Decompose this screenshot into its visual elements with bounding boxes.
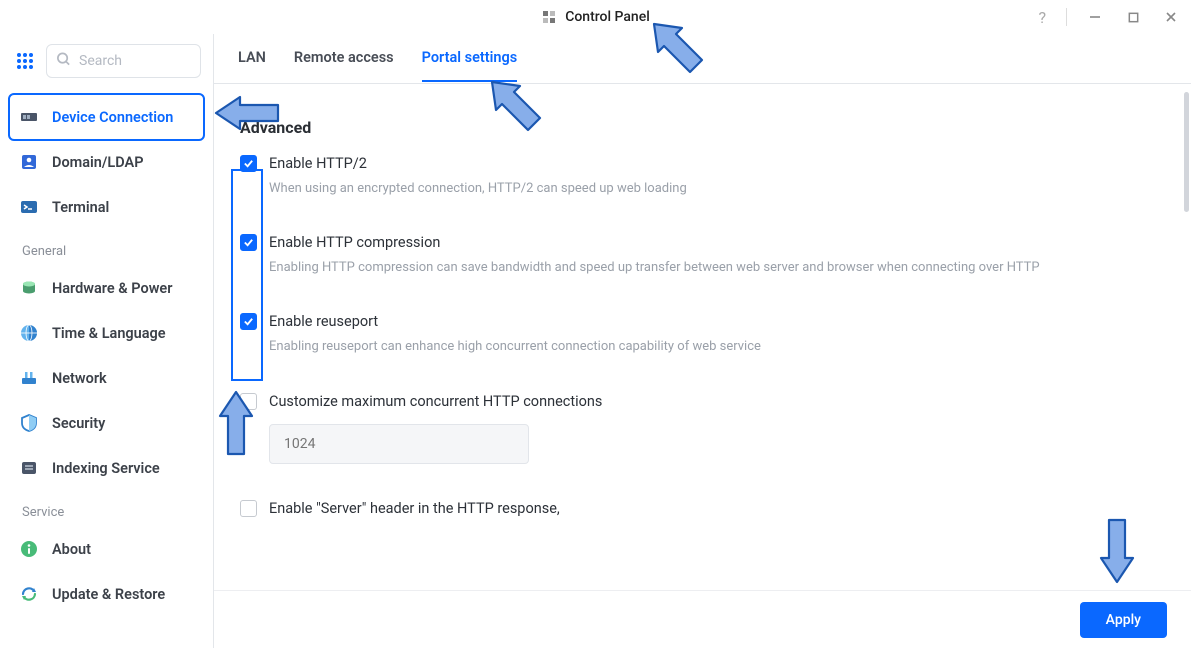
apply-button[interactable]: Apply <box>1080 602 1167 638</box>
hardware-power-icon <box>18 277 40 299</box>
label-server-header: Enable "Server" header in the HTTP respo… <box>269 500 560 517</box>
sidebar-item-label: Indexing Service <box>52 460 160 477</box>
content-area: Advanced Enable HTTP/2 When using an enc… <box>214 84 1191 648</box>
sidebar-item-device-connection[interactable]: Device Connection <box>10 95 203 139</box>
main-panel: LAN Remote access Portal settings Advanc… <box>214 34 1191 648</box>
tab-portal-settings[interactable]: Portal settings <box>422 49 518 82</box>
maximize-button[interactable] <box>1121 5 1145 29</box>
sidebar-section-general: General <box>10 230 203 265</box>
sidebar-item-label: Update & Restore <box>52 586 165 603</box>
label-enable-http-compression: Enable HTTP compression <box>269 234 440 251</box>
sidebar-item-network[interactable]: Network <box>10 356 203 400</box>
annotation-box-checkboxes <box>231 169 263 381</box>
sidebar-item-hardware-power[interactable]: Hardware & Power <box>10 266 203 310</box>
tab-remote-access[interactable]: Remote access <box>294 49 394 82</box>
label-enable-http2: Enable HTTP/2 <box>269 155 367 172</box>
network-icon <box>18 367 40 389</box>
sidebar-item-indexing-service[interactable]: Indexing Service <box>10 446 203 490</box>
sidebar-item-label: Security <box>52 415 105 432</box>
minimize-button[interactable] <box>1083 5 1107 29</box>
terminal-icon <box>18 196 40 218</box>
update-restore-icon <box>18 583 40 605</box>
apps-grid-button[interactable] <box>12 48 38 74</box>
sidebar-item-label: Device Connection <box>52 109 173 126</box>
sidebar-item-label: Domain/LDAP <box>52 154 144 171</box>
sidebar: Device Connection Domain/LDAP Terminal G… <box>0 34 214 648</box>
tabs: LAN Remote access Portal settings <box>214 34 1191 84</box>
footer: Apply <box>214 590 1191 648</box>
desc-enable-http2: When using an encrypted connection, HTTP… <box>269 180 1165 198</box>
titlebar: Control Panel ? <box>0 0 1191 34</box>
control-panel-icon <box>541 9 557 25</box>
help-button[interactable]: ? <box>1038 8 1046 27</box>
sidebar-item-terminal[interactable]: Terminal <box>10 185 203 229</box>
sidebar-section-service: Service <box>10 491 203 526</box>
checkbox-customize-max-connections[interactable] <box>240 393 257 410</box>
indexing-service-icon <box>18 457 40 479</box>
sidebar-item-label: Time & Language <box>52 325 166 342</box>
device-connection-icon <box>18 106 40 128</box>
tab-lan[interactable]: LAN <box>238 49 266 82</box>
sidebar-item-label: About <box>52 541 91 558</box>
desc-enable-http-compression: Enabling HTTP compression can save bandw… <box>269 259 1165 277</box>
section-title-advanced: Advanced <box>240 118 1165 137</box>
window-title: Control Panel <box>565 9 650 25</box>
sidebar-item-label: Terminal <box>52 199 109 216</box>
desc-enable-reuseport: Enabling reuseport can enhance high conc… <box>269 338 1165 356</box>
label-customize-max-connections: Customize maximum concurrent HTTP connec… <box>269 393 602 410</box>
close-button[interactable] <box>1159 5 1183 29</box>
time-language-icon <box>18 322 40 344</box>
sidebar-item-update-restore[interactable]: Update & Restore <box>10 572 203 616</box>
domain-ldap-icon <box>18 151 40 173</box>
sidebar-item-about[interactable]: About <box>10 527 203 571</box>
checkbox-server-header[interactable] <box>240 500 257 517</box>
sidebar-item-domain-ldap[interactable]: Domain/LDAP <box>10 140 203 184</box>
sidebar-item-security[interactable]: Security <box>10 401 203 445</box>
input-max-connections[interactable] <box>269 424 529 464</box>
label-enable-reuseport: Enable reuseport <box>269 313 378 330</box>
sidebar-item-time-language[interactable]: Time & Language <box>10 311 203 355</box>
sidebar-item-label: Hardware & Power <box>52 280 172 297</box>
sidebar-item-label: Network <box>52 370 107 387</box>
info-icon <box>18 538 40 560</box>
separator <box>1066 8 1067 26</box>
shield-icon <box>18 412 40 434</box>
search-icon <box>56 52 71 71</box>
